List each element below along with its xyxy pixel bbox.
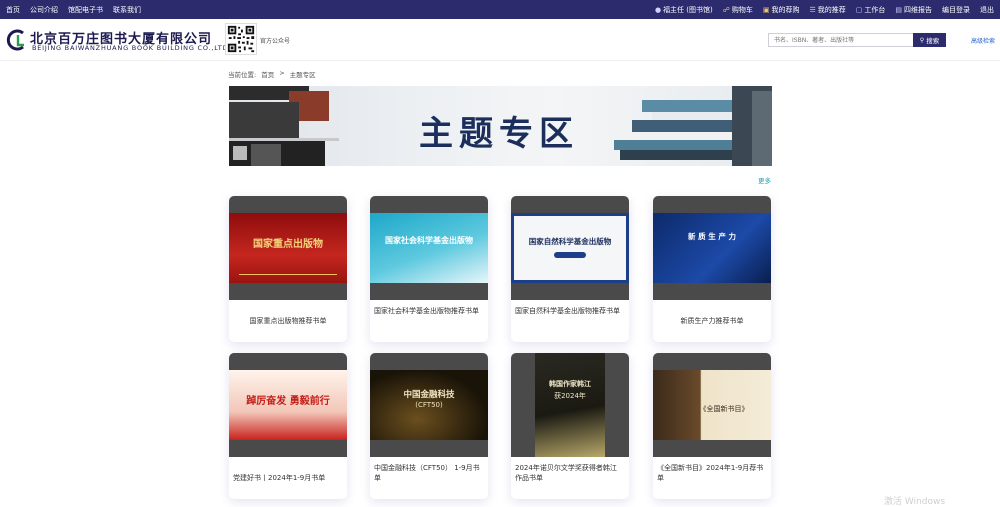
nav-about-link[interactable]: 公司介绍: [30, 5, 58, 15]
monitor-icon: ▢: [855, 5, 863, 14]
user-account-link[interactable]: ● 福主任 (图书馆): [655, 5, 713, 15]
nav-ebooks-link[interactable]: 馆配电子书: [68, 5, 103, 15]
company-logo[interactable]: 北京百万庄图书大厦有限公司 BEIJING BAIWANZHUANG BOOK …: [6, 27, 230, 55]
user-name: 福主任 (图书馆): [663, 5, 713, 14]
my-purchase-link[interactable]: ▣ 我的荐购: [763, 5, 800, 15]
card-cover: 《全国新书目》: [653, 353, 771, 457]
breadcrumb-separator: >: [279, 69, 285, 77]
my-recommend-link[interactable]: ☰ 我的推荐: [809, 5, 845, 15]
user-icon: ●: [654, 5, 662, 14]
topic-card[interactable]: 国家自然科学基金出版物 国家自然科学基金出版物推荐书单: [511, 196, 629, 342]
card-cover-art: 《全国新书目》: [653, 370, 771, 440]
nav-home-link[interactable]: 首页: [6, 5, 20, 15]
card-cover-art: 国家自然科学基金出版物: [511, 213, 629, 283]
card-cover-skyline: [239, 265, 337, 275]
card-caption: 《全国新书目》2024年1-9月荐书单: [657, 464, 764, 482]
cart-label: 购物车: [731, 5, 753, 14]
search-button[interactable]: ⚲ 搜索: [913, 33, 946, 47]
card-cover-subtext: 获2024年: [554, 392, 586, 400]
my-purchase-label: 我的荐购: [771, 5, 800, 14]
card-cover-subtext: (CFT50): [415, 401, 443, 409]
card-cover-art: 韩国作家韩江 获2024年: [535, 353, 605, 457]
advanced-search-link[interactable]: 高级检索: [971, 36, 995, 45]
card-cover-text: 踔厉奋发 勇毅前行: [246, 396, 330, 407]
breadcrumb: 当前位置: 首页 > 主题专区: [228, 69, 316, 79]
card-cover-art: 新 质 生 产 力: [653, 213, 771, 283]
card-cover: 国家重点出版物: [229, 196, 347, 300]
card-caption: 中国金融科技（CFT50） 1-9月书单: [374, 464, 480, 482]
top-nav-bar: 首页 公司介绍 馆配电子书 联系我们 ● 福主任 (图书馆) ☍ 购物车 ▣ 我…: [0, 0, 1000, 19]
card-caption: 国家重点出版物推荐书单: [249, 317, 327, 325]
search-icon: ⚲: [919, 36, 925, 44]
card-cover-art: 中国金融科技 (CFT50): [370, 370, 488, 440]
report-link[interactable]: ▤ 四维报告: [895, 5, 932, 15]
document-icon: ▣: [762, 5, 770, 14]
card-caption: 国家自然科学基金出版物推荐书单: [515, 307, 620, 315]
card-caption: 党建好书丨2024年1-9月书单: [233, 474, 326, 482]
card-cover: 新 质 生 产 力: [653, 196, 771, 300]
top-nav-left: 首页 公司介绍 馆配电子书 联系我们: [6, 5, 141, 15]
card-cover-tag: [554, 252, 586, 258]
search-bar: ⚲ 搜索: [768, 33, 946, 47]
card-cover: 踔厉奋发 勇毅前行: [229, 353, 347, 457]
more-link[interactable]: 更多: [758, 175, 771, 185]
card-cover: 国家社会科学基金出版物: [370, 196, 488, 300]
search-button-label: 搜索: [926, 37, 940, 45]
my-recommend-label: 我的推荐: [817, 5, 846, 14]
cart-icon: ☍: [722, 5, 730, 14]
card-cover: 韩国作家韩江 获2024年: [511, 353, 629, 457]
topic-card[interactable]: 踔厉奋发 勇毅前行 党建好书丨2024年1-9月书单: [229, 353, 347, 499]
qr-code-icon: [225, 23, 257, 55]
topic-card[interactable]: 新 质 生 产 力 新质生产力推荐书单: [653, 196, 771, 342]
report-label: 四维报告: [904, 5, 932, 14]
topic-card[interactable]: 《全国新书目》 《全国新书目》2024年1-9月荐书单: [653, 353, 771, 499]
card-cover: 中国金融科技 (CFT50): [370, 353, 488, 457]
workbench-link[interactable]: ▢ 工作台: [856, 5, 886, 15]
report-icon: ▤: [895, 5, 902, 14]
search-input[interactable]: [768, 33, 913, 47]
banner-title: 主题专区: [419, 114, 579, 154]
topic-banner: 主题专区: [229, 86, 772, 166]
card-cover-art: 国家重点出版物: [229, 213, 347, 283]
list-icon: ☰: [809, 5, 816, 14]
banner-books-art: [614, 86, 772, 166]
qr-label: 官方公众号: [260, 38, 291, 45]
card-caption: 新质生产力推荐书单: [680, 317, 744, 325]
catalog-login-link[interactable]: 编目登录: [942, 5, 970, 15]
breadcrumb-prefix: 当前位置:: [228, 71, 257, 79]
card-cover-text: 新 质 生 产 力: [688, 232, 736, 241]
card-cover-art: 国家社会科学基金出版物: [370, 213, 488, 283]
workbench-label: 工作台: [864, 5, 886, 14]
card-cover-text: 《全国新书目》: [699, 405, 749, 413]
card-cover-text: 国家社会科学基金出版物: [385, 236, 473, 245]
cart-link[interactable]: ☍ 购物车: [723, 5, 753, 15]
site-header: 北京百万庄图书大厦有限公司 BEIJING BAIWANZHUANG BOOK …: [0, 19, 1000, 61]
topic-card[interactable]: 国家社会科学基金出版物 国家社会科学基金出版物推荐书单: [370, 196, 488, 342]
card-cover-art: 踔厉奋发 勇毅前行: [229, 370, 347, 440]
top-nav-right: ● 福主任 (图书馆) ☍ 购物车 ▣ 我的荐购 ☰ 我的推荐 ▢ 工作台 ▤ …: [655, 5, 994, 15]
os-activation-watermark: 激活 Windows: [884, 497, 946, 507]
logout-link[interactable]: 退出: [980, 5, 994, 15]
card-caption: 国家社会科学基金出版物推荐书单: [374, 307, 479, 315]
card-cover-text: 中国金融科技: [403, 390, 455, 400]
breadcrumb-home-link[interactable]: 首页: [261, 69, 274, 79]
logo-mark-icon: [6, 29, 24, 51]
card-cover: 国家自然科学基金出版物: [511, 196, 629, 300]
card-cover-text: 国家自然科学基金出版物: [528, 237, 612, 246]
topic-card[interactable]: 国家重点出版物 国家重点出版物推荐书单: [229, 196, 347, 342]
breadcrumb-current: 主题专区: [289, 71, 316, 79]
nav-contact-link[interactable]: 联系我们: [113, 5, 141, 15]
card-cover-text: 韩国作家韩江: [549, 380, 591, 388]
logo-english-name: BEIJING BAIWANZHUANG BOOK BUILDING CO.,L…: [32, 44, 232, 52]
card-caption: 2024年诺贝尔文学奖获得者韩江 作品书单: [515, 464, 617, 482]
card-cover-text: 国家重点出版物: [253, 239, 323, 250]
topic-card[interactable]: 中国金融科技 (CFT50) 中国金融科技（CFT50） 1-9月书单: [370, 353, 488, 499]
banner-left-art: [229, 86, 339, 166]
topic-card[interactable]: 韩国作家韩江 获2024年 2024年诺贝尔文学奖获得者韩江 作品书单: [511, 353, 629, 499]
